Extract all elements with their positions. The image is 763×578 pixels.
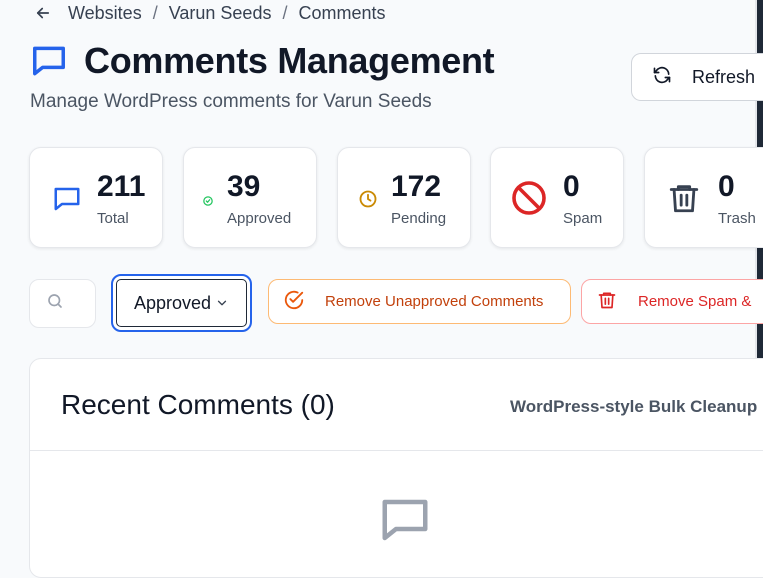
stat-value: 0 <box>563 170 580 203</box>
page-subtitle: Manage WordPress comments for Varun Seed… <box>30 91 432 112</box>
recent-comments-panel: Recent Comments (0) WordPress-style Bulk… <box>29 358 763 578</box>
refresh-icon <box>652 65 672 90</box>
stat-value: 39 <box>227 170 261 203</box>
comment-icon <box>30 42 68 80</box>
page-header: Comments Management <box>30 40 495 82</box>
breadcrumb-current: Comments <box>298 2 386 23</box>
stat-card-total: 211 Total <box>29 147 163 248</box>
breadcrumb: Websites / Varun Seeds / Comments <box>34 2 386 24</box>
status-filter-select[interactable]: Approved <box>111 274 252 332</box>
bulk-cleanup-label: WordPress-style Bulk Cleanup <box>510 397 758 416</box>
page-title: Comments Management <box>84 40 495 81</box>
check-circle-icon <box>283 289 305 315</box>
stat-card-pending: 172 Pending <box>337 147 471 248</box>
status-filter-value: Approved <box>134 292 212 313</box>
divider <box>30 450 763 451</box>
comment-icon <box>52 184 82 219</box>
chevron-down-icon <box>215 296 229 310</box>
stat-label: Spam <box>563 210 603 227</box>
stat-card-approved: 39 Approved <box>183 147 317 248</box>
breadcrumb-websites[interactable]: Websites <box>68 3 142 24</box>
stat-value: 211 <box>97 170 146 203</box>
back-arrow-icon[interactable] <box>34 3 54 23</box>
remove-unapproved-button[interactable]: Remove Unapproved Comments <box>268 279 571 324</box>
stat-label: Trash <box>718 210 756 227</box>
refresh-button[interactable]: Refresh <box>631 53 763 101</box>
comment-icon <box>378 493 432 552</box>
stat-card-trash: 0 Trash <box>644 147 763 248</box>
stat-card-spam: 0 Spam <box>490 147 624 248</box>
stat-value: 0 <box>718 170 735 203</box>
breadcrumb-website[interactable]: Varun Seeds <box>169 3 272 24</box>
remove-spam-label: Remove Spam & <box>638 293 752 310</box>
search-icon <box>46 292 64 315</box>
clock-icon <box>358 189 378 214</box>
remove-spam-button[interactable]: Remove Spam & <box>581 279 763 324</box>
refresh-button-label: Refresh <box>692 66 756 87</box>
breadcrumb-separator: / <box>152 2 158 23</box>
stat-label: Approved <box>227 210 292 227</box>
remove-unapproved-label: Remove Unapproved Comments <box>325 293 544 310</box>
trash-icon <box>667 180 701 221</box>
ban-icon <box>511 180 547 221</box>
stat-label: Pending <box>391 210 447 227</box>
trash-icon <box>597 290 617 314</box>
search-input[interactable] <box>29 279 96 328</box>
check-circle-icon <box>203 193 213 211</box>
stat-label: Total <box>97 210 129 227</box>
stat-value: 172 <box>391 170 442 203</box>
breadcrumb-separator: / <box>282 2 288 23</box>
status-filter-field[interactable]: Approved <box>116 279 247 327</box>
panel-title: Recent Comments (0) <box>61 389 335 420</box>
